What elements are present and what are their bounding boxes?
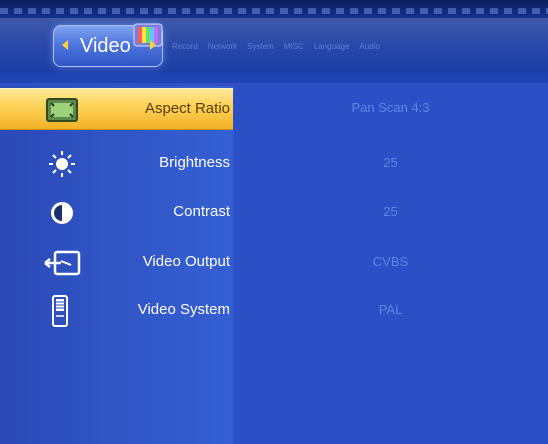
video-output-icon: [42, 248, 82, 278]
tab-network[interactable]: Network: [208, 42, 237, 51]
tab-video-label: Video: [80, 35, 131, 57]
value-aspect-ratio: Pan Scan 4:3: [351, 100, 430, 115]
tab-system[interactable]: System: [247, 42, 274, 51]
tab-misc[interactable]: MISC: [284, 42, 304, 51]
value-brightness: 25: [383, 155, 398, 170]
color-bars-icon: [133, 23, 163, 47]
setting-label: Video Output: [142, 253, 230, 270]
tab-audio[interactable]: Audio: [359, 42, 379, 51]
setting-label: Aspect Ratio: [144, 100, 230, 117]
setting-aspect-ratio[interactable]: Aspect Ratio: [0, 88, 233, 130]
tab-prev-arrow-icon[interactable]: [62, 40, 68, 50]
setting-video-output[interactable]: Video Output: [0, 242, 233, 282]
contrast-icon: [42, 198, 82, 228]
value-contrast: 25: [383, 204, 398, 219]
value-video-system: PAL: [378, 302, 403, 317]
setting-label: Contrast: [173, 203, 230, 220]
top-decoration: [0, 8, 548, 14]
setting-video-system[interactable]: Video System: [0, 290, 233, 330]
brightness-icon: [42, 149, 82, 179]
video-system-icon: [40, 295, 80, 327]
tab-record[interactable]: Record: [172, 42, 198, 51]
setting-contrast[interactable]: Contrast: [0, 192, 233, 232]
tab-list: Record Network System MISC Language Audi…: [172, 42, 390, 51]
setting-label: Brightness: [159, 154, 230, 171]
tab-next-arrow-icon[interactable]: [150, 40, 156, 50]
setting-label: Video System: [137, 301, 230, 318]
tab-video[interactable]: Video: [53, 23, 163, 67]
settings-screen: Video Record Network System MISC Languag…: [0, 0, 548, 444]
value-video-output: CVBS: [372, 254, 409, 269]
tab-language[interactable]: Language: [314, 42, 350, 51]
setting-brightness[interactable]: Brightness: [0, 143, 233, 183]
aspect-ratio-icon: [42, 95, 82, 125]
